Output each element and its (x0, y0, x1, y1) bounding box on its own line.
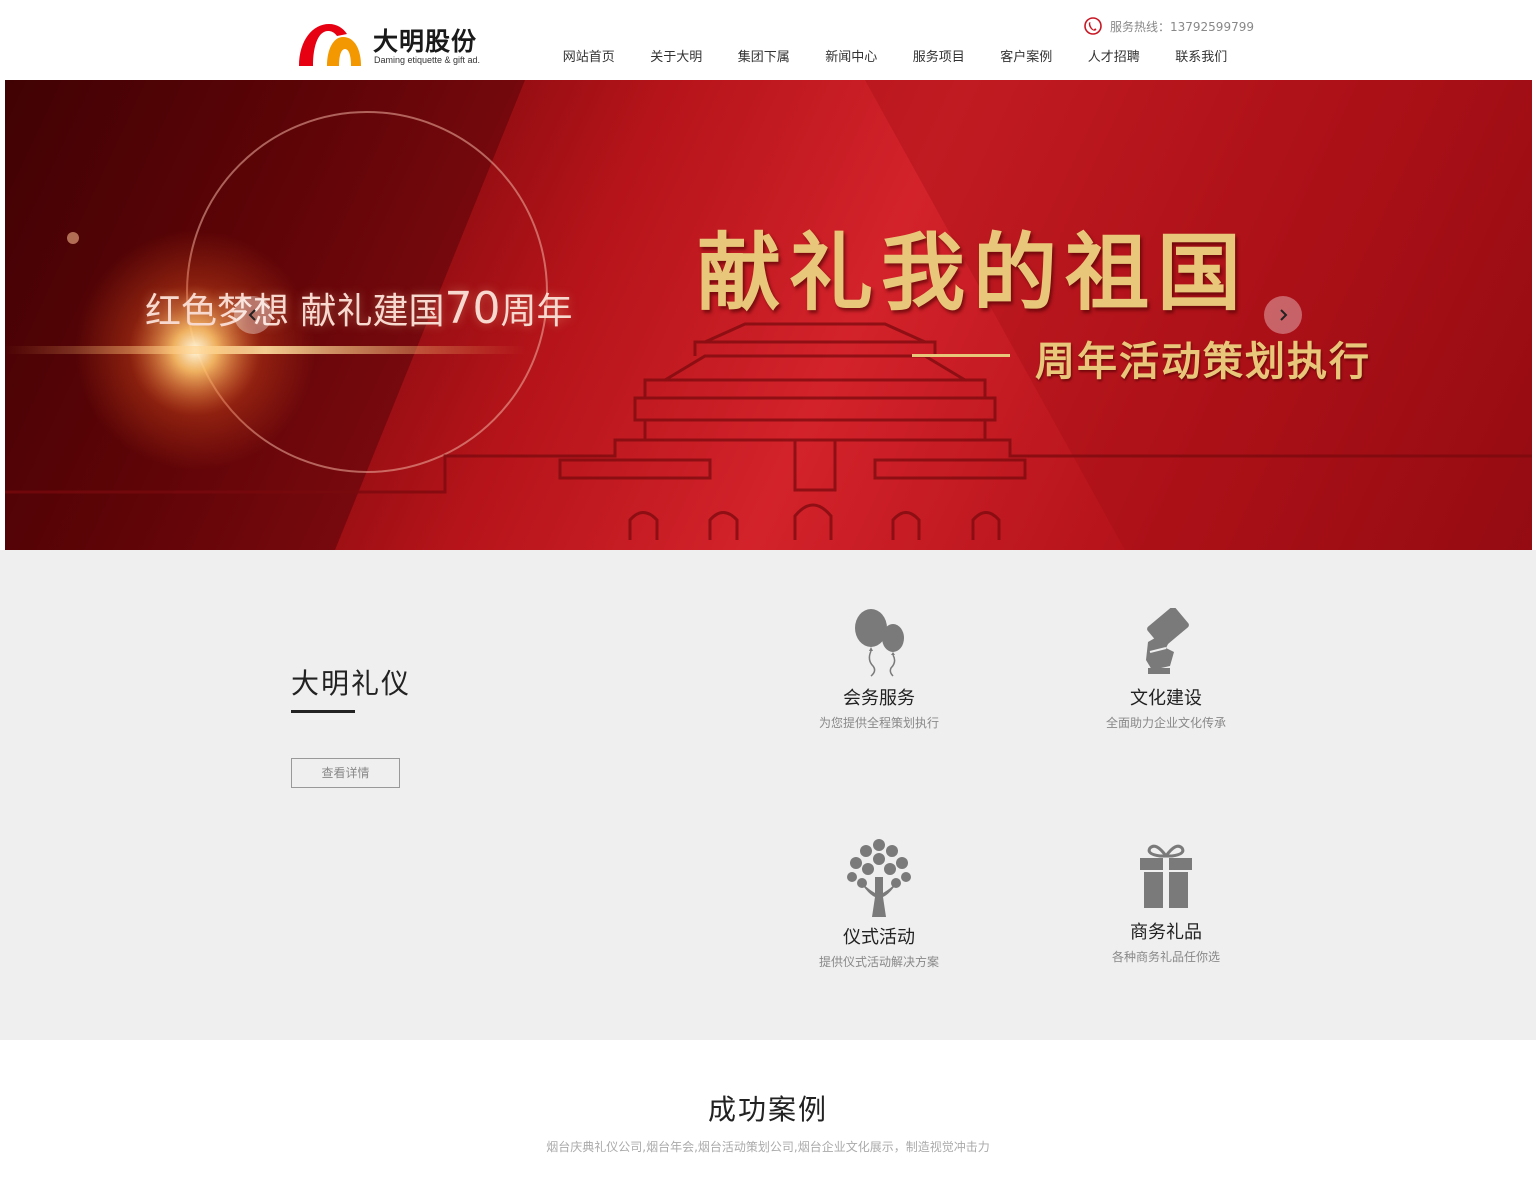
logo-slogan: Daming etiquette & gift ad. (374, 55, 481, 65)
services-section: 大明礼仪 查看详情 会务服务 为您提供全程策划执行 文化建设 全面助力企业文化传… (0, 550, 1536, 1040)
chevron-right-icon (1280, 309, 1288, 321)
nav-item-home[interactable]: 网站首页 (545, 46, 633, 70)
banner-divider (912, 354, 1010, 357)
nav-item-services[interactable]: 服务项目 (895, 46, 983, 70)
site-header: 大明股份 Daming etiquette & gift ad. 服务热线：13… (0, 0, 1536, 79)
banner-subtitle-suffix: 周年 (500, 291, 573, 332)
service-card-meetings[interactable]: 会务服务 为您提供全程策划执行 (779, 608, 979, 731)
logo-mark-icon (299, 24, 361, 66)
service-card-title: 商务礼品 (1130, 922, 1202, 943)
service-card-title: 仪式活动 (843, 927, 915, 948)
tree-icon (847, 839, 911, 917)
gift-icon (1140, 844, 1192, 908)
service-card-desc: 为您提供全程策划执行 (818, 716, 939, 730)
cases-title: 成功案例 (707, 1093, 828, 1126)
balloons-icon (855, 609, 904, 677)
nav-item-contact[interactable]: 联系我们 (1158, 46, 1246, 70)
banner-tagline: 周年活动策划执行 (1035, 338, 1371, 385)
cases-subtitle: 烟台庆典礼仪公司,烟台年会,烟台活动策划公司,烟台企业文化展示，制造视觉冲击力 (546, 1140, 990, 1154)
nav-item-about[interactable]: 关于大明 (633, 46, 721, 70)
service-card-desc: 各种商务礼品任你选 (1111, 950, 1220, 964)
nav-item-group[interactable]: 集团下属 (720, 46, 808, 70)
banner-title: 献礼我的祖国 (697, 223, 1250, 322)
phone-icon (1084, 17, 1102, 35)
service-hotline: 服务热线：13792599799 (1084, 16, 1254, 36)
banner-subtitle-number: 70 (444, 283, 501, 334)
service-card-gifts[interactable]: 商务礼品 各种商务礼品任你选 (1066, 842, 1266, 965)
nav-item-careers[interactable]: 人才招聘 (1070, 46, 1158, 70)
services-title-underline (291, 710, 355, 713)
service-card-title: 会务服务 (843, 688, 915, 709)
nav-item-cases[interactable]: 客户案例 (983, 46, 1071, 70)
services-title: 大明礼仪 (291, 667, 412, 700)
nav-item-news[interactable]: 新闻中心 (808, 46, 896, 70)
card-hand-icon (1146, 608, 1189, 674)
service-card-culture[interactable]: 文化建设 全面助力企业文化传承 (1066, 608, 1266, 731)
service-card-title: 文化建设 (1130, 688, 1202, 709)
main-nav: 网站首页 关于大明 集团下属 新闻中心 服务项目 客户案例 人才招聘 联系我们 (545, 46, 1245, 70)
hotline-text: 服务热线：13792599799 (1110, 19, 1254, 34)
banner-prev-button[interactable] (234, 296, 272, 334)
chevron-left-icon (248, 309, 256, 321)
logo-name: 大明股份 (373, 27, 478, 56)
logo[interactable]: 大明股份 Daming etiquette & gift ad. (297, 20, 497, 70)
view-details-button[interactable]: 查看详情 (291, 758, 400, 788)
service-card-desc: 提供仪式活动解决方案 (818, 955, 939, 969)
service-card-desc: 全面助力企业文化传承 (1105, 716, 1226, 730)
hero-banner[interactable]: 红色梦想 献礼建国70周年 献礼我的祖国 周年活动策划执行 (5, 80, 1532, 550)
service-card-ceremony[interactable]: 仪式活动 提供仪式活动解决方案 (779, 837, 979, 970)
banner-subtitle: 红色梦想 献礼建国70周年 (145, 282, 572, 334)
banner-next-button[interactable] (1264, 296, 1302, 334)
banner-subtitle-text: 红色梦想 献礼建国 (145, 291, 445, 332)
